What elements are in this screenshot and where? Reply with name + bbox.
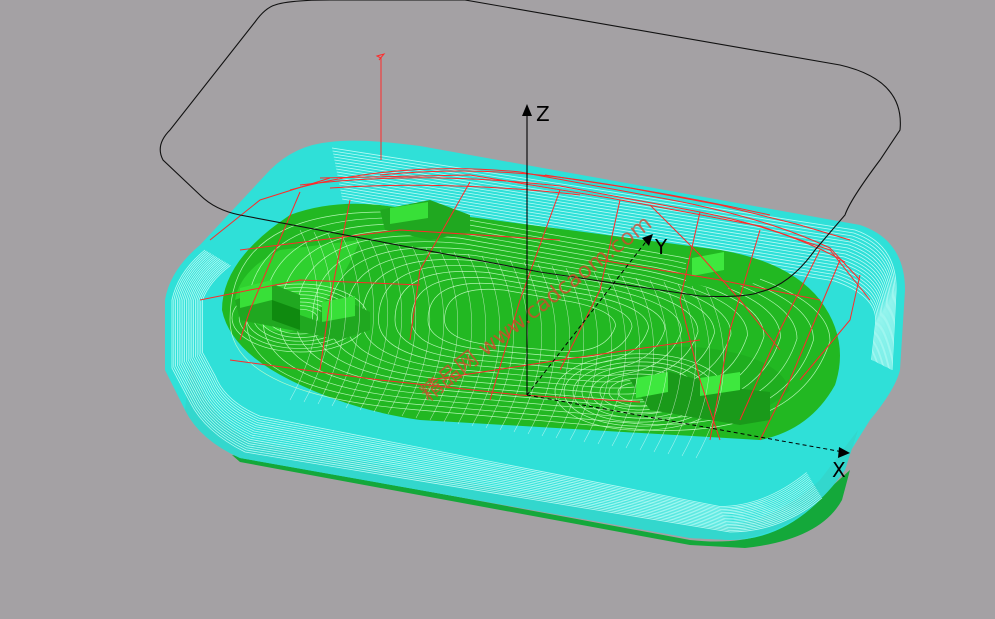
- y-axis-label: Y: [654, 235, 668, 259]
- z-axis-arrow: [522, 104, 532, 116]
- x-axis-label: X: [832, 458, 846, 482]
- cam-3d-viewport[interactable]: Z Y X 精品网 www.cadcaom.com: [0, 0, 995, 619]
- toolpath-scene[interactable]: Z Y X 精品网 www.cadcaom.com: [0, 0, 995, 619]
- z-axis-label: Z: [536, 102, 550, 126]
